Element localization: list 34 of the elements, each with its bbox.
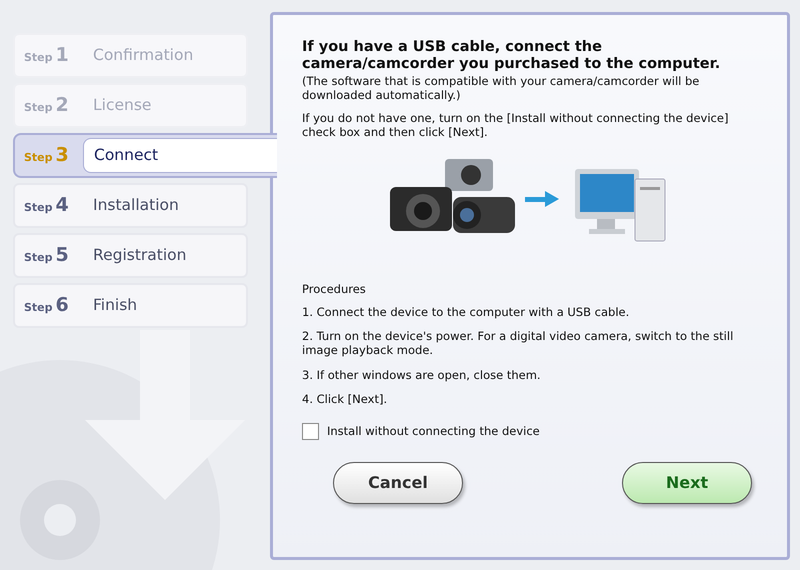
- checkbox[interactable]: [302, 422, 319, 440]
- step-number: 5: [56, 244, 69, 266]
- next-button[interactable]: Next: [622, 462, 752, 504]
- step-item[interactable]: Step 6 Finish: [13, 283, 248, 328]
- step-title: Registration: [93, 244, 186, 266]
- step-title: License: [93, 94, 152, 116]
- heading: If you have a USB cable, connect the camera/camcorder you purchased to the computer.: [302, 39, 722, 74]
- cancel-button[interactable]: Cancel: [333, 462, 463, 504]
- procedure-step: 4. Click [Next].: [302, 392, 757, 407]
- step-number: 6: [56, 294, 69, 316]
- procedure-step: 2. Turn on the device's power. For a digital video camera, switch to the still image playback mode.: [302, 329, 757, 358]
- step-item[interactable]: Step 4 Installation: [13, 183, 248, 228]
- procedures-title: Procedures: [302, 282, 367, 297]
- step-title: Installation: [93, 194, 179, 216]
- checkbox-label: Install without connecting the device: [327, 422, 540, 440]
- step-label: Step: [24, 151, 53, 164]
- note-text: (The software that is compatible with your camera/camcorder will be downloaded automatically.): [302, 74, 700, 103]
- procedure-step: 3. If other windows are open, close them.: [302, 368, 757, 382]
- step-label: Step: [24, 301, 53, 314]
- step-number: 3: [56, 144, 69, 166]
- step-number: 4: [56, 194, 69, 216]
- step-title: Confirmation: [93, 44, 194, 66]
- step-label: Step: [24, 101, 53, 114]
- step-item[interactable]: Step 5 Registration: [13, 233, 248, 278]
- step-label: Step: [24, 201, 53, 214]
- step-number: 1: [56, 44, 69, 66]
- step-label: Step: [24, 251, 53, 264]
- step-label: Step: [24, 51, 53, 64]
- procedure-step: 1. Connect the device to the computer with a USB cable.: [302, 304, 757, 320]
- instruction-text: If you do not have one, turn on the [Install without connecting the device] check box and then click [Next].: [302, 110, 730, 140]
- step-title: Finish: [93, 294, 138, 316]
- step-item[interactable]: Step 3 Connect: [13, 133, 277, 178]
- step-number: 2: [56, 94, 69, 116]
- step-title: Connect: [83, 138, 277, 173]
